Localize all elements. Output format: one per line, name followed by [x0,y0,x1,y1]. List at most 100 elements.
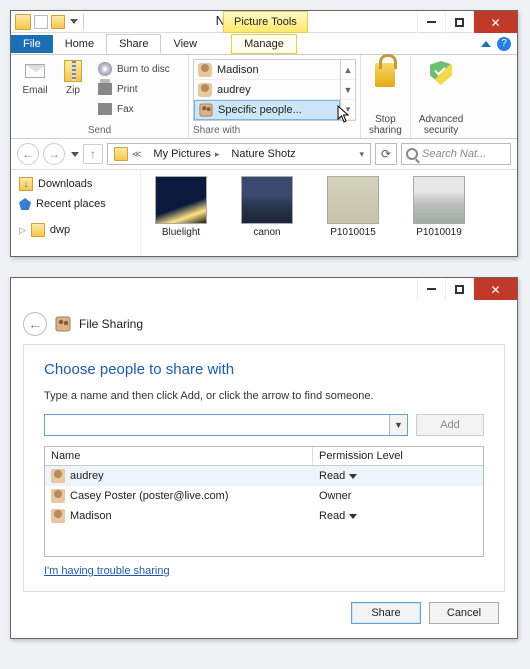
scroll-more-icon[interactable]: ▾ [341,100,355,120]
ribbon: Email Zip Burn to disc Print Fax Send Ma… [11,55,517,139]
email-label: Email [22,85,47,96]
breadcrumb-natureshotz[interactable]: Nature Shotz [225,148,301,160]
tab-view[interactable]: View [161,35,209,53]
tab-home[interactable]: Home [53,35,106,53]
table-row[interactable]: audrey Read [45,466,483,486]
separator [83,14,84,30]
name-input[interactable] [45,415,389,435]
share-user-audrey[interactable]: audrey [194,80,340,100]
share-list-scroll[interactable]: ▲▼▾ [341,59,356,121]
name-combobox[interactable]: ▼ [44,414,408,436]
add-button[interactable]: Add [416,414,484,436]
thumbnail-icon [413,176,465,224]
user-icon [198,83,212,97]
nav-downloads[interactable]: Downloads [15,174,136,194]
folder-icon [15,14,31,30]
stop-sharing-button[interactable]: Stop sharing [361,55,411,138]
dialog-heading: Choose people to share with [44,361,484,378]
ribbon-tabs: File Home Share View Manage ? [11,33,517,55]
maximize-button[interactable] [445,11,473,33]
user-icon [51,469,65,483]
cancel-button[interactable]: Cancel [429,602,499,624]
file-p1010019[interactable]: P1010019 [407,176,471,250]
address-bar[interactable]: ≪ My Pictures▸ Nature Shotz ▾ [107,143,371,165]
thumbnail-icon [155,176,207,224]
burn-button[interactable]: Burn to disc [93,59,174,79]
explorer-window: Picture Tools Nature Shotz File Home Sha… [10,10,518,257]
forward-button[interactable]: → [43,143,65,165]
scroll-down-icon[interactable]: ▼ [341,80,355,100]
zip-button[interactable]: Zip [55,59,91,96]
nav-recent-places[interactable]: Recent places [15,194,136,214]
maximize-button[interactable] [445,278,473,300]
titlebar[interactable]: Picture Tools Nature Shotz [11,11,517,33]
folder-icon [31,223,45,237]
shield-icon [430,61,452,85]
search-placeholder: Search Nat... [422,148,486,160]
chevron-down-icon[interactable] [349,474,357,479]
tab-file[interactable]: File [11,35,53,53]
group-send: Email Zip Burn to disc Print Fax Send [11,55,189,138]
lock-icon [375,63,395,87]
back-button[interactable]: ← [23,312,47,336]
chevron-down-icon[interactable]: ▾ [359,149,364,160]
back-button[interactable]: ← [17,143,39,165]
table-row[interactable]: Madison Read [45,506,483,526]
file-bluelight[interactable]: Bluelight [149,176,213,250]
dialog-titlebar[interactable] [11,278,517,300]
dialog-title: File Sharing [79,317,143,331]
group-sharewith-label: Share with [193,125,240,136]
people-icon [199,103,213,117]
chevron-down-icon[interactable] [349,514,357,519]
file-canon[interactable]: canon [235,176,299,250]
minimize-button[interactable] [417,278,445,300]
share-with-list[interactable]: Madison audrey Specific people... [193,59,341,121]
close-icon [490,281,500,297]
refresh-button[interactable]: ⟳ [375,143,397,165]
folder-icon [114,147,128,161]
scroll-up-icon[interactable]: ▲ [341,60,355,80]
thumbnail-icon [327,176,379,224]
zip-label: Zip [66,85,80,96]
column-name[interactable]: Name [45,447,313,465]
thumbnail-view[interactable]: Bluelight canon P1010015 P1010019 [141,170,517,256]
ribbon-expand-icon[interactable] [481,41,491,47]
user-icon [51,509,65,523]
contextual-tab-picture-tools: Picture Tools [223,11,308,33]
user-icon [198,63,212,77]
recent-places-icon [19,198,31,210]
close-button[interactable] [473,278,517,300]
people-icon [55,316,71,332]
qat-dropdown-icon[interactable] [70,19,78,24]
search-input[interactable]: Search Nat... [401,143,511,165]
navigation-pane[interactable]: Downloads Recent places ▷dwp [11,170,141,256]
tab-share[interactable]: Share [106,34,161,54]
group-send-label: Send [17,125,182,136]
close-button[interactable] [473,11,517,33]
content-area: Downloads Recent places ▷dwp Bluelight c… [11,170,517,256]
column-permission[interactable]: Permission Level [313,447,483,465]
history-dropdown-icon[interactable] [71,152,79,157]
combobox-dropdown-button[interactable]: ▼ [389,415,407,435]
qat-properties-icon[interactable] [34,15,48,29]
qat-newfolder-icon[interactable] [51,15,65,29]
share-button[interactable]: Share [351,602,421,624]
print-button[interactable]: Print [93,79,174,99]
minimize-button[interactable] [417,11,445,33]
share-user-madison[interactable]: Madison [194,60,340,80]
trouble-sharing-link[interactable]: I'm having trouble sharing [44,565,170,577]
table-row[interactable]: Casey Poster (poster@live.com) Owner [45,486,483,506]
breadcrumb-mypictures[interactable]: My Pictures▸ [147,148,225,160]
advanced-security-button[interactable]: Advanced security [411,55,471,138]
tab-manage[interactable]: Manage [231,34,297,54]
share-specific-people[interactable]: Specific people... [194,100,340,120]
up-button[interactable]: ↑ [83,144,103,164]
dialog-buttons: Share Cancel [19,592,509,628]
nav-dwp[interactable]: ▷dwp [15,220,136,240]
fax-button[interactable]: Fax [93,99,174,119]
email-button[interactable]: Email [17,59,53,96]
dialog-panel: Choose people to share with Type a name … [23,344,505,592]
file-p1010015[interactable]: P1010015 [321,176,385,250]
search-icon [406,148,418,160]
help-icon[interactable]: ? [497,37,511,51]
